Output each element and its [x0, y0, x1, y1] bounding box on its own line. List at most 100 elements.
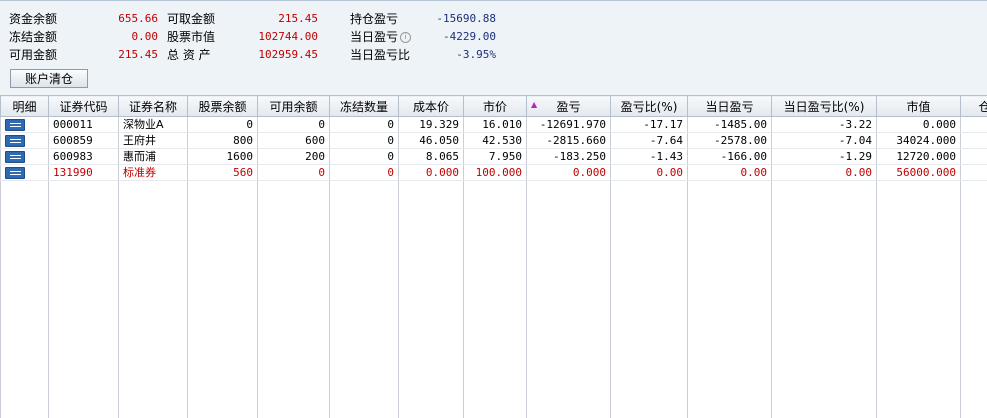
- clear-account-button[interactable]: 账户清仓: [10, 69, 88, 88]
- stock-value-label: 股票市值: [167, 29, 215, 45]
- pnl-cell: -12691.970: [527, 117, 611, 133]
- empty-cell: [119, 181, 188, 418]
- today-pnl-cell: -1485.00: [688, 117, 772, 133]
- detail-list-icon[interactable]: [5, 135, 25, 147]
- col-header-market-value[interactable]: 市值: [877, 96, 961, 117]
- today-pnl-ratio-label: 当日盈亏比: [350, 47, 410, 63]
- price-cell: 42.530: [464, 133, 527, 149]
- market-value-cell: 0.000: [877, 117, 961, 133]
- position-pnl-value: -15690.88: [420, 11, 496, 27]
- market-value-cell: 12720.000: [877, 149, 961, 165]
- table-row[interactable]: 000011 深物业A 0 0 0 19.329 16.010 -12691.9…: [1, 117, 987, 133]
- col-header-frozen[interactable]: 冻结数量: [330, 96, 399, 117]
- empty-cell: [188, 181, 258, 418]
- empty-cell: [49, 181, 119, 418]
- position-cell: [961, 117, 987, 133]
- price-cell: 16.010: [464, 117, 527, 133]
- stock-value-value: 102744.00: [240, 29, 318, 45]
- pnl-cell: -2815.660: [527, 133, 611, 149]
- withdrawable-label: 可取金额: [167, 11, 215, 27]
- frozen-cell: 0: [330, 149, 399, 165]
- today-ratio-cell: -7.04: [772, 133, 877, 149]
- col-header-price[interactable]: 市价: [464, 96, 527, 117]
- frozen-cell: 0: [330, 133, 399, 149]
- col-header-code[interactable]: 证券代码: [49, 96, 119, 117]
- fund-balance-value: 655.66: [90, 11, 158, 27]
- empty-cell: [772, 181, 877, 418]
- balance-cell: 1600: [188, 149, 258, 165]
- today-pnl-ratio-value: -3.95%: [420, 47, 496, 63]
- price-cell: 100.000: [464, 165, 527, 181]
- market-value-cell: 56000.000: [877, 165, 961, 181]
- code-cell: 600859: [49, 133, 119, 149]
- col-header-balance[interactable]: 股票余额: [188, 96, 258, 117]
- col-header-cost[interactable]: 成本价: [399, 96, 464, 117]
- col-header-today-pnl[interactable]: 当日盈亏: [688, 96, 772, 117]
- balance-cell: 0: [188, 117, 258, 133]
- cost-cell: 19.329: [399, 117, 464, 133]
- pnl-cell: -183.250: [527, 149, 611, 165]
- today-pnl-label-text: 当日盈亏: [350, 30, 398, 44]
- empty-cell: [527, 181, 611, 418]
- empty-cell: [688, 181, 772, 418]
- table-row[interactable]: 600859 王府井 800 600 0 46.050 42.530 -2815…: [1, 133, 987, 149]
- empty-cell: [611, 181, 688, 418]
- code-cell: 600983: [49, 149, 119, 165]
- col-header-pnl-ratio[interactable]: 盈亏比(%): [611, 96, 688, 117]
- fund-balance-label: 资金余额: [9, 11, 57, 27]
- available-amount-label: 可用金额: [9, 47, 57, 63]
- balance-cell: 560: [188, 165, 258, 181]
- today-ratio-cell: 0.00: [772, 165, 877, 181]
- position-cell: [961, 133, 987, 149]
- price-cell: 7.950: [464, 149, 527, 165]
- detail-list-icon[interactable]: [5, 151, 25, 163]
- today-ratio-cell: -3.22: [772, 117, 877, 133]
- detail-cell[interactable]: [1, 165, 49, 181]
- account-summary-panel: 资金余额 冻结金额 可用金额 655.66 0.00 215.45 可取金额 股…: [0, 0, 987, 95]
- total-assets-label: 总 资 产: [167, 47, 211, 63]
- available-amount-value: 215.45: [90, 47, 158, 63]
- col-header-pnl-label: 盈亏: [556, 100, 580, 114]
- withdrawable-value: 215.45: [240, 11, 318, 27]
- pnl-ratio-cell: -7.64: [611, 133, 688, 149]
- today-pnl-label: 当日盈亏i: [350, 29, 411, 45]
- position-cell: [961, 165, 987, 181]
- detail-cell[interactable]: [1, 133, 49, 149]
- empty-cell: [330, 181, 399, 418]
- empty-cell: [464, 181, 527, 418]
- detail-list-icon[interactable]: [5, 119, 25, 131]
- available-cell: 600: [258, 133, 330, 149]
- table-row[interactable]: 600983 惠而浦 1600 200 0 8.065 7.950 -183.2…: [1, 149, 987, 165]
- info-icon[interactable]: i: [400, 32, 411, 43]
- frozen-amount-value: 0.00: [90, 29, 158, 45]
- empty-table-area: [1, 181, 987, 418]
- detail-list-icon[interactable]: [5, 167, 25, 179]
- cost-cell: 46.050: [399, 133, 464, 149]
- table-header-row: 明细 证券代码 证券名称 股票余额 可用余额 冻结数量 成本价 市价 ▲盈亏 盈…: [1, 96, 987, 117]
- today-ratio-cell: -1.29: [772, 149, 877, 165]
- empty-cell: [258, 181, 330, 418]
- col-header-available[interactable]: 可用余额: [258, 96, 330, 117]
- balance-cell: 800: [188, 133, 258, 149]
- col-header-today-ratio[interactable]: 当日盈亏比(%): [772, 96, 877, 117]
- code-cell: 131990: [49, 165, 119, 181]
- name-cell: 王府井: [119, 133, 188, 149]
- detail-cell[interactable]: [1, 117, 49, 133]
- total-assets-value: 102959.45: [240, 47, 318, 63]
- col-header-position[interactable]: 仓位: [961, 96, 987, 117]
- col-header-pnl[interactable]: ▲盈亏: [527, 96, 611, 117]
- cost-cell: 8.065: [399, 149, 464, 165]
- name-cell: 标准券: [119, 165, 188, 181]
- col-header-name[interactable]: 证券名称: [119, 96, 188, 117]
- today-pnl-cell: -166.00: [688, 149, 772, 165]
- positions-table: 明细 证券代码 证券名称 股票余额 可用余额 冻结数量 成本价 市价 ▲盈亏 盈…: [0, 95, 987, 418]
- available-cell: 0: [258, 117, 330, 133]
- pnl-ratio-cell: -17.17: [611, 117, 688, 133]
- table-row[interactable]: 131990 标准券 560 0 0 0.000 100.000 0.000 0…: [1, 165, 987, 181]
- available-cell: 200: [258, 149, 330, 165]
- pnl-cell: 0.000: [527, 165, 611, 181]
- empty-cell: [1, 181, 49, 418]
- col-header-detail[interactable]: 明细: [1, 96, 49, 117]
- detail-cell[interactable]: [1, 149, 49, 165]
- empty-cell: [399, 181, 464, 418]
